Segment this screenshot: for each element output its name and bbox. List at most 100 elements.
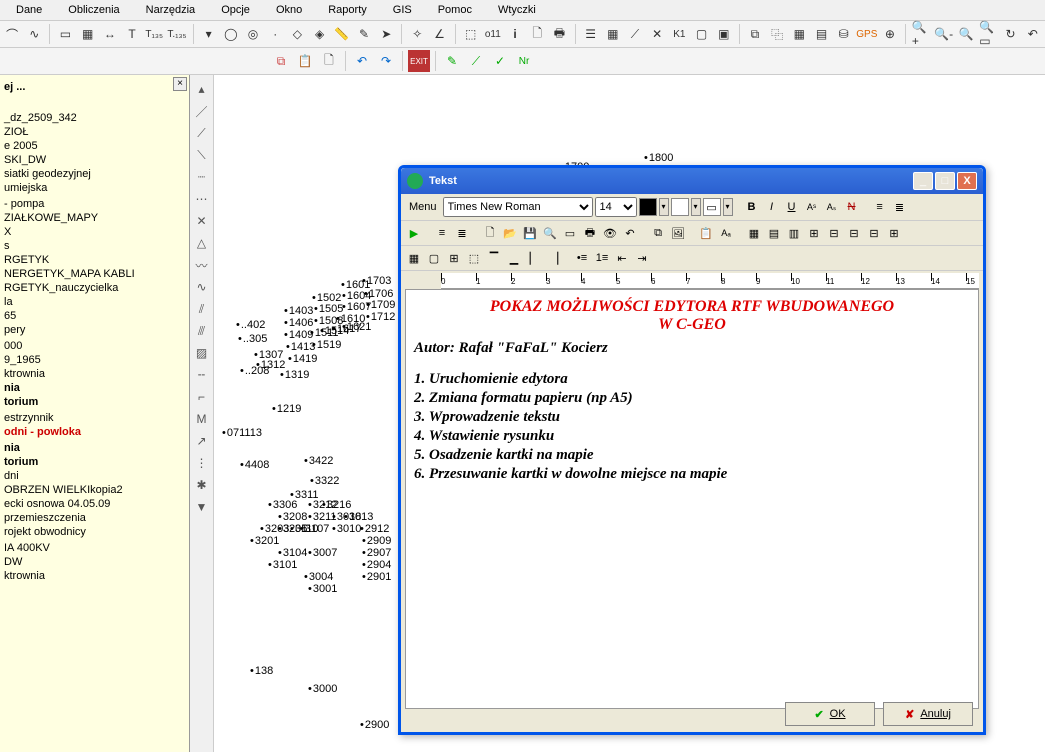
new-icon[interactable]: 🗋 xyxy=(481,224,499,242)
doc-tool-icon[interactable]: ▢ xyxy=(691,23,711,45)
col-icon[interactable]: ▥ xyxy=(785,224,803,242)
italic-button[interactable]: I xyxy=(763,198,781,216)
cross-tool-icon[interactable]: ✕ xyxy=(647,23,667,45)
subscript-button[interactable]: Aₛ xyxy=(823,198,841,216)
sidebar-item[interactable]: SKI_DW xyxy=(0,153,189,167)
redo-icon[interactable]: ↷ xyxy=(375,50,397,72)
open-icon[interactable]: 📂 xyxy=(501,224,519,242)
img-icon[interactable]: 🖼 xyxy=(669,224,687,242)
hilite-swatch[interactable]: ▭ xyxy=(703,198,721,216)
close-button[interactable]: X xyxy=(957,172,977,190)
vs-tri-icon[interactable]: △ xyxy=(192,233,212,253)
sidebar-item[interactable]: ZIOŁ xyxy=(0,125,189,139)
sidebar-item[interactable]: 9_1965 xyxy=(0,353,189,367)
pen-nr-icon[interactable]: Nr xyxy=(513,50,535,72)
refresh-tool-icon[interactable]: ↻ xyxy=(1000,23,1020,45)
ruler-tool-icon[interactable]: 📏 xyxy=(332,23,352,45)
sidebar-item[interactable]: umiejska xyxy=(0,181,189,195)
sidebar-item[interactable]: ZIAŁKOWE_MAPY xyxy=(0,211,189,225)
pointer-tool-icon[interactable]: ➤ xyxy=(376,23,396,45)
vs-dash2-icon[interactable]: ╌ xyxy=(192,365,212,385)
ruler[interactable]: 0123456789101112131415 xyxy=(441,273,979,289)
doc2-tool-icon[interactable]: ▣ xyxy=(714,23,734,45)
save-icon[interactable]: 💾 xyxy=(521,224,539,242)
sidebar-item[interactable]: e 2005 xyxy=(0,139,189,153)
curve-tool-icon[interactable]: ∿ xyxy=(24,23,44,45)
vs-grad-icon[interactable]: ▼ xyxy=(192,497,212,517)
dim-tool-icon[interactable]: ↔ xyxy=(100,23,120,45)
tscale2-tool-icon[interactable]: T.₁₃₅ xyxy=(166,23,187,45)
align-just-icon[interactable]: ≣ xyxy=(453,224,471,242)
sidebar-item[interactable]: pery xyxy=(0,323,189,337)
ok-button[interactable]: OK xyxy=(785,702,875,726)
file-tool-icon[interactable]: 🗋 xyxy=(527,23,547,45)
tscale-tool-icon[interactable]: T₁₃₅ xyxy=(144,23,164,45)
vs-zig-icon[interactable]: 〰 xyxy=(192,255,212,275)
sidebar-item[interactable]: rojekt obwodnicy xyxy=(0,525,189,539)
grid-tool-icon[interactable]: ▦ xyxy=(78,23,98,45)
align-right-icon[interactable]: ≡ xyxy=(433,224,451,242)
target-tool-icon[interactable]: ⊕ xyxy=(880,23,900,45)
border-top-icon[interactable]: ▔ xyxy=(485,249,503,267)
bgcolor-dd[interactable]: ▾ xyxy=(691,198,701,216)
vs-exp-icon[interactable]: ↗ xyxy=(192,431,212,451)
print-tool-icon[interactable]: 🖶 xyxy=(549,23,569,45)
vs-m-icon[interactable]: M xyxy=(192,409,212,429)
delrow-icon[interactable]: ⊟ xyxy=(845,224,863,242)
border-bot-icon[interactable]: ▁ xyxy=(505,249,523,267)
circle-tool-icon[interactable]: ◯ xyxy=(221,23,241,45)
vs-hatch-icon[interactable]: ▨ xyxy=(192,343,212,363)
dblcircle-tool-icon[interactable]: ◎ xyxy=(243,23,263,45)
grid-icon[interactable]: ⊞ xyxy=(885,224,903,242)
sidebar-item[interactable]: IA 400KV xyxy=(0,541,189,555)
diag-tool-icon[interactable]: ⟋ xyxy=(625,23,645,45)
paste-icon[interactable]: 📋 xyxy=(294,50,316,72)
minimize-button[interactable]: _ xyxy=(913,172,933,190)
menu-opcje[interactable]: Opcje xyxy=(209,2,262,18)
zoomall-tool-icon[interactable]: 🔍▭ xyxy=(978,23,998,45)
zoom-tool-icon[interactable]: 🔍 xyxy=(956,23,976,45)
sidebar-item[interactable]: odni - powloka xyxy=(0,425,189,439)
fontcolor-dd[interactable]: ▾ xyxy=(659,198,669,216)
paste2-icon[interactable]: 📋 xyxy=(697,224,715,242)
rotate2-tool-icon[interactable]: ◈ xyxy=(310,23,330,45)
angle-tool-icon[interactable]: ∠ xyxy=(429,23,449,45)
vs-line3-icon[interactable]: ⟍ xyxy=(192,145,212,165)
list-bullet-icon[interactable]: •≡ xyxy=(573,249,591,267)
delcol-icon[interactable]: ⊟ xyxy=(865,224,883,242)
db-tool-icon[interactable]: ⛁ xyxy=(834,23,854,45)
vs-line2-icon[interactable]: ⟋ xyxy=(192,123,212,143)
layers-tool-icon[interactable]: ☰ xyxy=(580,23,600,45)
copy-tool-icon[interactable]: ⧉ xyxy=(745,23,765,45)
sidebar-item[interactable]: - pompa xyxy=(0,197,189,211)
rtf-editor[interactable]: POKAZ MOŻLIWOŚCI EDYTORA RTF WBUDOWANEGO… xyxy=(405,289,979,709)
text-tool-icon[interactable]: T xyxy=(122,23,142,45)
dialog-titlebar[interactable]: Tekst _ □ X xyxy=(401,168,983,194)
font-select[interactable]: Times New Roman xyxy=(443,197,593,217)
sidebar-item[interactable]: 65 xyxy=(0,309,189,323)
overlay-tool-icon[interactable]: ⿻ xyxy=(767,23,787,45)
border-in-icon[interactable]: ⊞ xyxy=(445,249,463,267)
dlg-menu-button[interactable]: Menu xyxy=(405,201,441,213)
pen-check-icon[interactable]: ✓ xyxy=(489,50,511,72)
wand-tool-icon[interactable]: ✧ xyxy=(407,23,427,45)
vs-dbl2-icon[interactable]: ⫻ xyxy=(192,321,212,341)
select-tool-icon[interactable]: ⬚ xyxy=(461,23,481,45)
list-num-icon[interactable]: 1≡ xyxy=(593,249,611,267)
char-icon[interactable]: Aₐ xyxy=(717,224,735,242)
sidebar-item[interactable]: przemieszczenia xyxy=(0,511,189,525)
border-all-icon[interactable]: ▦ xyxy=(405,249,423,267)
sidebar-item[interactable]: torium xyxy=(0,395,189,409)
menu-wtyczki[interactable]: Wtyczki xyxy=(486,2,548,18)
menu-pomoc[interactable]: Pomoc xyxy=(426,2,484,18)
sidebar-item[interactable]: ktrownia xyxy=(0,367,189,381)
sidebar-item[interactable]: X xyxy=(0,225,189,239)
zoomin-tool-icon[interactable]: 🔍+ xyxy=(911,23,931,45)
border-left-icon[interactable]: ▏ xyxy=(525,249,543,267)
doc-icon[interactable]: 🗋 xyxy=(318,50,340,72)
indent-dec-icon[interactable]: ⇤ xyxy=(613,249,631,267)
undo-icon[interactable]: ↶ xyxy=(351,50,373,72)
vs-step-icon[interactable]: ⌐ xyxy=(192,387,212,407)
info-tool-icon[interactable]: i xyxy=(505,23,525,45)
bgcolor-swatch[interactable] xyxy=(671,198,689,216)
